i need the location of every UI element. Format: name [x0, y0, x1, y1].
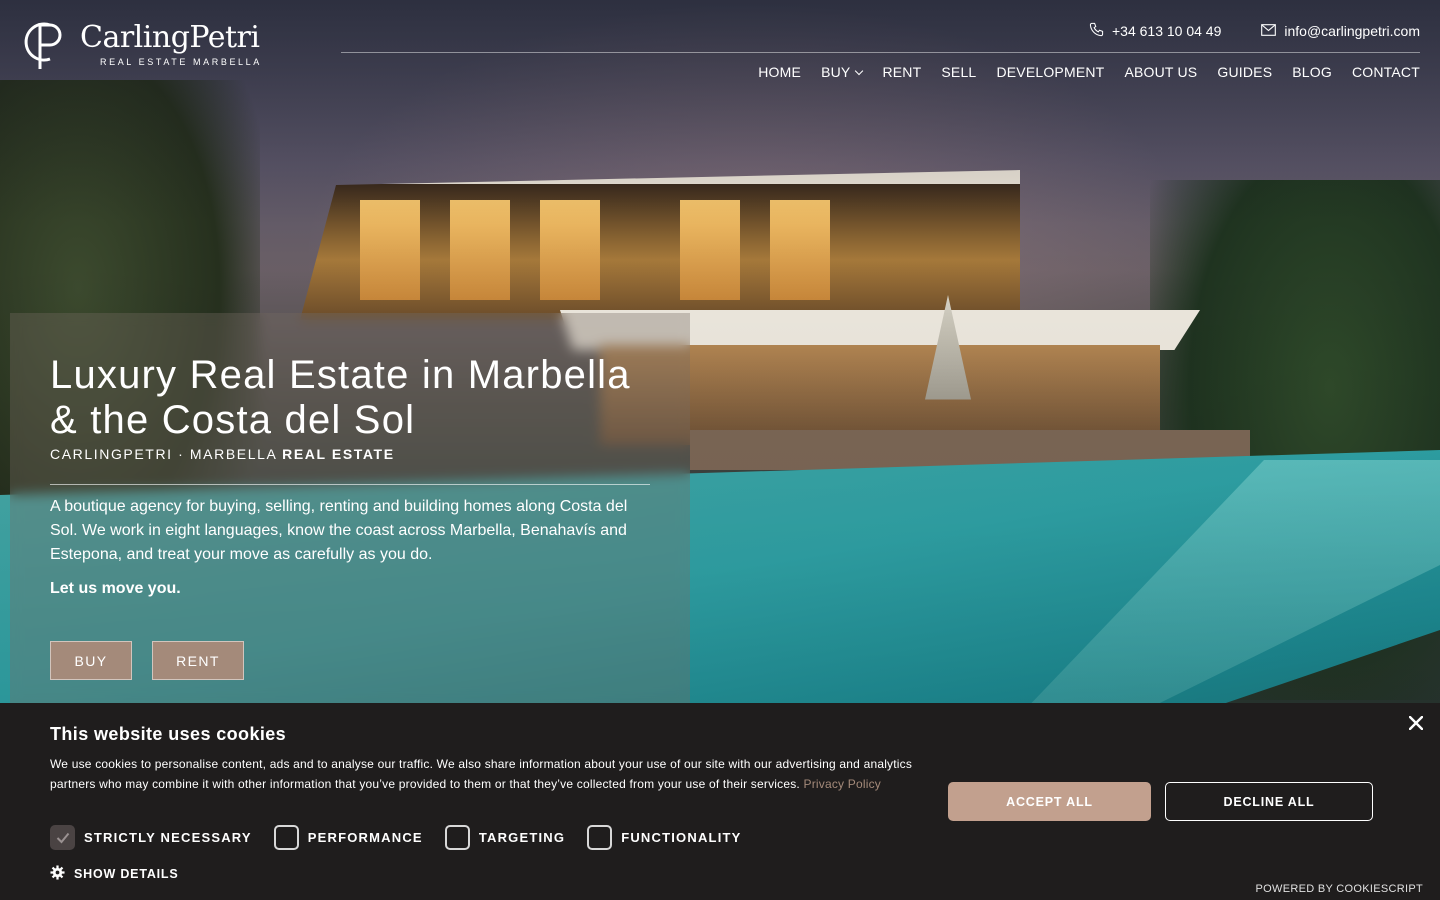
- hero-tagline: Let us move you.: [50, 580, 181, 597]
- chevron-down-icon: [855, 66, 864, 75]
- phone-link[interactable]: +34 613 10 04 49: [1089, 22, 1221, 40]
- mail-icon: [1261, 23, 1277, 39]
- toggle-label: FUNCTIONALITY: [621, 830, 742, 845]
- checkbox-functionality[interactable]: [587, 825, 613, 850]
- email-address: info@carlingpetri.com: [1284, 23, 1420, 39]
- header-divider: [341, 52, 1420, 53]
- show-details-button[interactable]: SHOW DETAILS: [50, 865, 179, 883]
- hero-subtitle-bold: REAL ESTATE: [282, 446, 395, 462]
- checkbox-targeting[interactable]: [444, 825, 470, 850]
- toggle-targeting[interactable]: TARGETING: [444, 825, 566, 850]
- cookie-banner: This website uses cookies We use cookies…: [0, 703, 1440, 900]
- nav-sell[interactable]: SELL: [941, 64, 976, 80]
- site-logo[interactable]: CarlingPetri REAL ESTATE MARBELLA: [20, 18, 280, 72]
- nav-blog[interactable]: BLOG: [1292, 64, 1332, 80]
- hero-description: A boutique agency for buying, selling, r…: [50, 498, 628, 563]
- accept-all-button[interactable]: ACCEPT ALL: [948, 782, 1151, 821]
- phone-icon: [1089, 22, 1104, 40]
- cookie-body: We use cookies to personalise content, a…: [50, 757, 913, 791]
- show-details-label: SHOW DETAILS: [74, 867, 179, 881]
- toggle-label: TARGETING: [478, 830, 566, 845]
- email-link[interactable]: info@carlingpetri.com: [1261, 23, 1420, 39]
- cookie-text: We use cookies to personalise content, a…: [50, 755, 920, 794]
- cookie-title: This website uses cookies: [50, 724, 287, 744]
- nav-contact[interactable]: CONTACT: [1352, 64, 1420, 80]
- toggle-functionality[interactable]: FUNCTIONALITY: [587, 825, 741, 850]
- main-nav: HOME BUY RENT SELL DEVELOPMENT ABOUT US …: [758, 64, 1420, 80]
- cookie-toggles: STRICTLY NECESSARY PERFORMANCE TARGETING…: [50, 825, 764, 850]
- toggle-label: STRICTLY NECESSARY: [84, 830, 252, 845]
- check-icon: [56, 832, 69, 843]
- buy-button[interactable]: BUY: [50, 641, 132, 680]
- hero-subtitle-light: CARLINGPETRI · MARBELLA: [50, 446, 277, 462]
- hero-title: Luxury Real Estate in Marbella & the Cos…: [50, 353, 631, 442]
- hero-card: Luxury Real Estate in Marbella & the Cos…: [10, 313, 690, 703]
- gear-icon: [50, 865, 65, 883]
- phone-number: +34 613 10 04 49: [1112, 23, 1222, 39]
- rent-button[interactable]: RENT: [152, 641, 244, 680]
- hero-subtitle: CARLINGPETRI · MARBELLA REAL ESTATE: [50, 446, 395, 462]
- logo-name: CarlingPetri: [80, 20, 260, 55]
- close-icon[interactable]: [1406, 713, 1426, 733]
- nav-home[interactable]: HOME: [758, 64, 801, 80]
- logo-subtitle: REAL ESTATE MARBELLA: [100, 57, 262, 67]
- checkbox-performance[interactable]: [273, 825, 299, 850]
- nav-development[interactable]: DEVELOPMENT: [996, 64, 1104, 80]
- decline-all-button[interactable]: DECLINE ALL: [1165, 782, 1373, 821]
- logo-mark-icon: [20, 19, 64, 71]
- nav-guides[interactable]: GUIDES: [1217, 64, 1272, 80]
- toggle-strictly-necessary[interactable]: STRICTLY NECESSARY: [50, 825, 252, 850]
- toggle-label: PERFORMANCE: [307, 830, 423, 845]
- toggle-performance[interactable]: PERFORMANCE: [273, 825, 423, 850]
- privacy-policy-link[interactable]: Privacy Policy: [803, 777, 880, 791]
- nav-about-us[interactable]: ABOUT US: [1124, 64, 1197, 80]
- nav-buy[interactable]: BUY: [821, 64, 864, 80]
- hero-divider: [50, 484, 650, 485]
- nav-rent[interactable]: RENT: [882, 64, 921, 80]
- powered-by[interactable]: POWERED BY COOKIESCRIPT: [1256, 883, 1423, 895]
- checkbox-strictly-necessary[interactable]: [50, 825, 75, 850]
- contact-row: +34 613 10 04 49 info@carlingpetri.com: [1089, 22, 1420, 40]
